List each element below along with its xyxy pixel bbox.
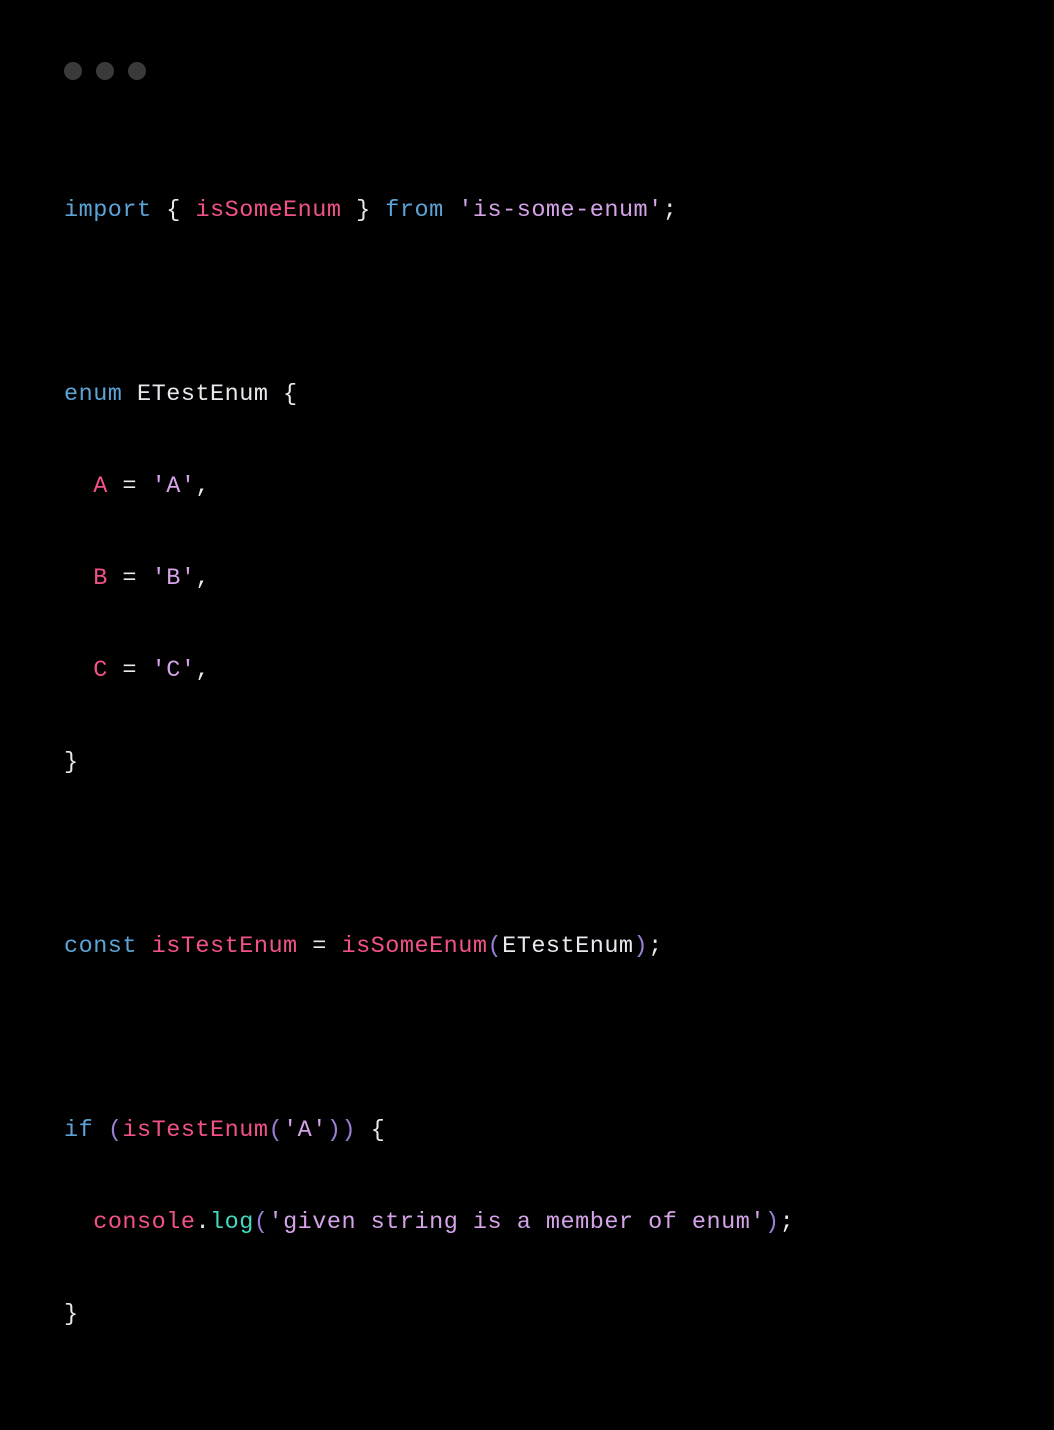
string-literal: 'given string is a member of enum' xyxy=(268,1209,764,1236)
code-line: if (isTestEnum('A')) { xyxy=(64,1108,990,1154)
enum-name: ETestEnum xyxy=(137,381,268,408)
code-line-empty xyxy=(64,1016,990,1062)
string-literal: 'A' xyxy=(152,473,196,500)
paren-close: ) xyxy=(634,933,649,960)
window-dot-close[interactable] xyxy=(64,62,82,80)
keyword-from: from xyxy=(385,197,443,224)
keyword-if: if xyxy=(64,1117,93,1144)
string-literal: 'B' xyxy=(152,565,196,592)
function-call: isTestEnum xyxy=(122,1117,268,1144)
code-line: } xyxy=(64,1292,990,1338)
code-line: import { isSomeEnum } from 'is-some-enum… xyxy=(64,188,990,234)
keyword-const: const xyxy=(64,933,137,960)
code-line: enum ETestEnum { xyxy=(64,372,990,418)
method-log: log xyxy=(210,1209,254,1236)
paren-open: ( xyxy=(254,1209,269,1236)
semicolon: ; xyxy=(663,197,678,224)
enum-member: C xyxy=(93,657,108,684)
code-line-empty xyxy=(64,832,990,878)
variable-name: isTestEnum xyxy=(152,933,298,960)
code-block: import { isSomeEnum } from 'is-some-enum… xyxy=(64,142,990,1430)
code-line: console.log('given string is a member of… xyxy=(64,1200,990,1246)
dot: . xyxy=(195,1209,210,1236)
brace-open: { xyxy=(268,381,297,408)
comma: , xyxy=(195,657,210,684)
object-console: console xyxy=(93,1209,195,1236)
equals: = xyxy=(298,933,342,960)
brace-open: { xyxy=(152,197,196,224)
code-line: const isTestEnum = isSomeEnum(ETestEnum)… xyxy=(64,924,990,970)
window-controls xyxy=(64,62,990,80)
code-line: } xyxy=(64,740,990,786)
import-identifier: isSomeEnum xyxy=(195,197,341,224)
paren-open: ( xyxy=(268,1117,283,1144)
brace-close: } xyxy=(64,1301,79,1328)
code-line-empty xyxy=(64,280,990,326)
window-dot-maximize[interactable] xyxy=(128,62,146,80)
window-dot-minimize[interactable] xyxy=(96,62,114,80)
code-line: A = 'A', xyxy=(64,464,990,510)
module-string: 'is-some-enum' xyxy=(458,197,662,224)
paren-close: ) xyxy=(765,1209,780,1236)
semicolon: ; xyxy=(648,933,663,960)
paren-open: ( xyxy=(488,933,503,960)
brace-close: } xyxy=(64,749,79,776)
equals: = xyxy=(108,473,152,500)
argument: ETestEnum xyxy=(502,933,633,960)
comma: , xyxy=(195,473,210,500)
string-literal: 'C' xyxy=(152,657,196,684)
code-line: B = 'B', xyxy=(64,556,990,602)
string-literal: 'A' xyxy=(283,1117,327,1144)
equals: = xyxy=(108,565,152,592)
comma: , xyxy=(195,565,210,592)
code-line: C = 'C', xyxy=(64,648,990,694)
keyword-import: import xyxy=(64,197,152,224)
semicolon: ; xyxy=(780,1209,795,1236)
function-call: isSomeEnum xyxy=(341,933,487,960)
paren-open: ( xyxy=(108,1117,123,1144)
brace-open: { xyxy=(356,1117,385,1144)
enum-member: A xyxy=(93,473,108,500)
equals: = xyxy=(108,657,152,684)
code-window: import { isSomeEnum } from 'is-some-enum… xyxy=(0,0,1054,840)
paren-close: ) xyxy=(327,1117,342,1144)
brace-close: } xyxy=(341,197,385,224)
enum-member: B xyxy=(93,565,108,592)
paren-close: ) xyxy=(342,1117,357,1144)
keyword-enum: enum xyxy=(64,381,122,408)
